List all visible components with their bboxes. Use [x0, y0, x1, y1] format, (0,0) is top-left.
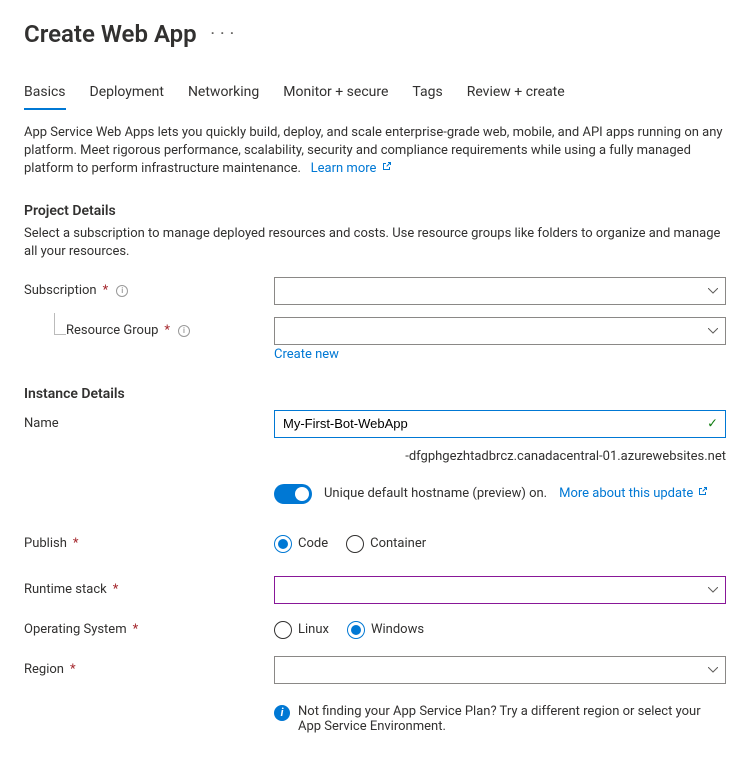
- learn-more-link[interactable]: Learn more: [311, 161, 392, 176]
- required-asterisk: *: [103, 283, 109, 298]
- toggle-label: Unique default hostname (preview) on.: [324, 486, 547, 501]
- required-asterisk: *: [73, 536, 79, 551]
- publish-container-label: Container: [370, 536, 426, 551]
- region-row: Region *: [24, 654, 726, 686]
- publish-label-text: Publish: [24, 536, 67, 551]
- required-asterisk: *: [113, 582, 119, 597]
- create-new-resource-group-link[interactable]: Create new: [274, 347, 339, 362]
- subscription-label: Subscription * i: [24, 283, 274, 298]
- resource-group-label: Resource Group * i: [24, 323, 274, 338]
- external-link-icon: [382, 161, 392, 171]
- publish-code-label: Code: [298, 536, 328, 551]
- runtime-row: Runtime stack *: [24, 574, 726, 606]
- name-label: Name: [24, 416, 274, 431]
- subscription-select[interactable]: [274, 277, 726, 305]
- radio-icon: [274, 621, 292, 639]
- tab-monitor-secure[interactable]: Monitor + secure: [283, 78, 388, 110]
- tab-basics[interactable]: Basics: [24, 78, 66, 110]
- radio-icon: [346, 535, 364, 553]
- region-note: Not finding your App Service Plan? Try a…: [298, 704, 726, 734]
- tab-tags[interactable]: Tags: [412, 78, 442, 110]
- tabs: Basics Deployment Networking Monitor + s…: [24, 78, 726, 110]
- required-asterisk: *: [70, 662, 76, 677]
- tab-review-create[interactable]: Review + create: [467, 78, 565, 110]
- tab-networking[interactable]: Networking: [188, 78, 259, 110]
- publish-radio-code[interactable]: Code: [274, 535, 328, 553]
- page-title-text: Create Web App: [24, 20, 197, 48]
- check-icon: ✓: [707, 416, 718, 431]
- os-label: Operating System *: [24, 622, 274, 637]
- project-details-desc: Select a subscription to manage deployed…: [24, 225, 726, 261]
- os-windows-label: Windows: [371, 622, 424, 637]
- os-row: Operating System * Linux Windows: [24, 614, 726, 646]
- os-label-text: Operating System: [24, 622, 127, 637]
- subscription-label-text: Subscription: [24, 283, 97, 298]
- runtime-label-text: Runtime stack: [24, 582, 107, 597]
- publish-row: Publish * Code Container: [24, 528, 726, 560]
- hostname-more-label: More about this update: [559, 486, 693, 501]
- subscription-row: Subscription * i: [24, 275, 726, 307]
- resource-group-row: Resource Group * i: [24, 315, 726, 347]
- external-link-icon: [698, 486, 708, 496]
- info-icon[interactable]: i: [178, 325, 190, 337]
- name-label-text: Name: [24, 416, 59, 431]
- required-asterisk: *: [164, 323, 170, 338]
- runtime-select[interactable]: [274, 576, 726, 604]
- project-details-heading: Project Details: [24, 203, 726, 219]
- more-actions-icon[interactable]: · · ·: [211, 26, 235, 42]
- os-radio-windows[interactable]: Windows: [347, 621, 424, 639]
- radio-icon: [274, 535, 292, 553]
- tree-connector-icon: [54, 313, 66, 335]
- tab-deployment[interactable]: Deployment: [90, 78, 164, 110]
- publish-radio-container[interactable]: Container: [346, 535, 426, 553]
- resource-group-select[interactable]: [274, 317, 726, 345]
- instance-details-heading: Instance Details: [24, 386, 726, 402]
- learn-more-label: Learn more: [311, 161, 377, 176]
- intro-text: App Service Web Apps lets you quickly bu…: [24, 124, 726, 179]
- region-label: Region *: [24, 662, 274, 677]
- unique-hostname-toggle[interactable]: [274, 484, 312, 504]
- info-icon[interactable]: i: [116, 285, 128, 297]
- runtime-label: Runtime stack *: [24, 582, 274, 597]
- region-select[interactable]: [274, 656, 726, 684]
- region-label-text: Region: [24, 662, 64, 677]
- required-asterisk: *: [133, 622, 139, 637]
- resource-group-label-text: Resource Group: [66, 323, 158, 338]
- hostname-more-link[interactable]: More about this update: [559, 486, 708, 501]
- os-radio-linux[interactable]: Linux: [274, 621, 329, 639]
- name-row: Name ✓: [24, 408, 726, 440]
- radio-icon: [347, 621, 365, 639]
- domain-suffix: -dfgphgezhtadbrcz.canadacentral-01.azure…: [274, 449, 726, 464]
- publish-label: Publish *: [24, 536, 274, 551]
- page-title: Create Web App · · ·: [24, 20, 726, 48]
- os-linux-label: Linux: [298, 622, 329, 637]
- name-input[interactable]: [274, 410, 726, 438]
